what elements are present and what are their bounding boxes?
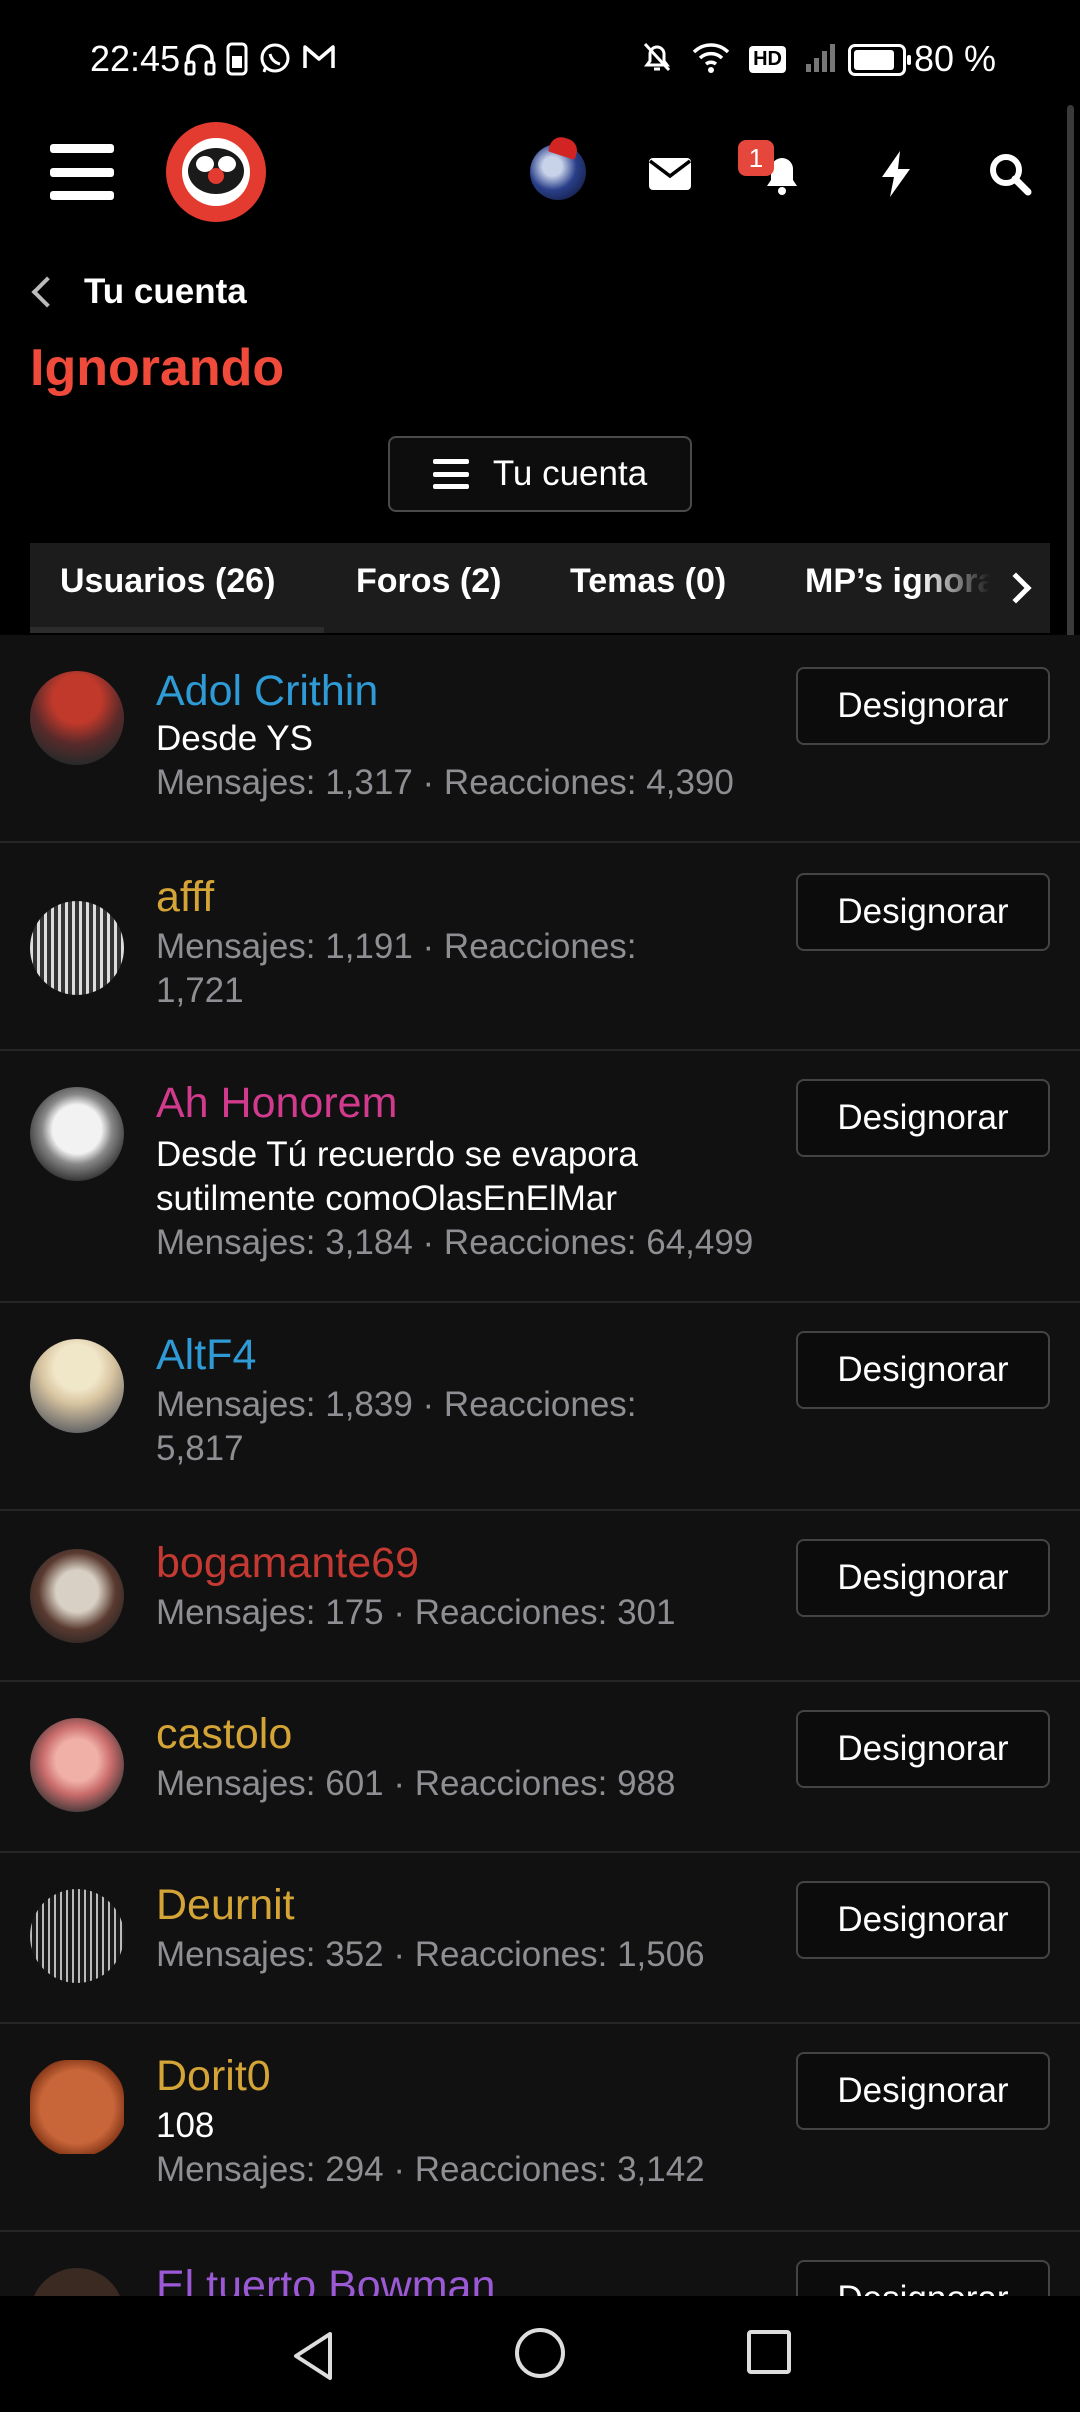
unignore-button[interactable]: Designorar xyxy=(796,1539,1050,1617)
page-title: Ignorando xyxy=(30,339,285,397)
recents-icon[interactable] xyxy=(747,2330,791,2374)
user-stats: Mensajes: 1,191 · Reacciones: 1,721 xyxy=(156,927,637,1010)
user-stats: Mensajes: 352 · Reacciones: 1,506 xyxy=(156,1935,705,1974)
home-icon[interactable] xyxy=(515,2328,565,2378)
unignore-button[interactable]: Designorar xyxy=(796,1710,1050,1788)
envelope-icon[interactable] xyxy=(638,142,702,206)
wifi-icon xyxy=(691,40,731,79)
account-menu-button[interactable]: Tu cuenta xyxy=(388,436,692,512)
list-item: Deurnit Mensajes: 352 · Reacciones: 1,50… xyxy=(0,1853,1080,2024)
user-name[interactable]: Adol Crithin xyxy=(156,667,378,716)
tab-bar: Usuarios (26) Foros (2) Temas (0) MP’s i… xyxy=(30,543,1050,633)
user-name[interactable]: AltF4 xyxy=(156,1331,256,1380)
unignore-button[interactable]: Designorar xyxy=(796,2052,1050,2130)
avatar[interactable] xyxy=(30,671,124,765)
menu-icon xyxy=(432,459,469,489)
search-icon[interactable] xyxy=(978,142,1042,206)
user-name[interactable]: afff xyxy=(156,873,214,922)
avatar[interactable] xyxy=(30,1549,124,1643)
headphones-icon xyxy=(184,42,216,81)
whatsapp-icon xyxy=(258,42,292,81)
tab-usuarios[interactable]: Usuarios (26) xyxy=(60,543,275,633)
unignore-button[interactable]: Designorar xyxy=(796,1331,1050,1409)
user-stats: Mensajes: 3,184 · Reacciones: 64,499 xyxy=(156,1223,754,1262)
menu-icon[interactable] xyxy=(50,144,114,200)
avatar[interactable] xyxy=(30,2060,124,2154)
gmail-icon xyxy=(302,42,336,81)
list-item: afff Mensajes: 1,191 · Reacciones: 1,721… xyxy=(0,843,1080,1051)
avatar[interactable] xyxy=(30,1889,124,1983)
chevron-left-icon xyxy=(31,276,63,308)
signal-icon xyxy=(804,40,840,79)
user-avatar[interactable] xyxy=(530,144,586,200)
user-title: 108 xyxy=(156,2106,215,2145)
battery-percent: 80 % xyxy=(913,38,996,79)
notification-badge: 1 xyxy=(738,140,774,176)
app-header xyxy=(0,120,1080,230)
list-item: Dorit0 108 Mensajes: 294 · Reacciones: 3… xyxy=(0,2024,1080,2232)
user-stats: Mensajes: 294 · Reacciones: 3,142 xyxy=(156,2150,705,2189)
breadcrumb-label[interactable]: Tu cuenta xyxy=(84,272,247,312)
user-stats: Mensajes: 1,839 · Reacciones: 5,817 xyxy=(156,1385,637,1468)
mute-icon xyxy=(641,40,673,79)
battery-icon xyxy=(848,44,911,76)
back-icon[interactable] xyxy=(290,2330,338,2387)
account-menu-label: Tu cuenta xyxy=(492,454,648,493)
avatar[interactable] xyxy=(30,1087,124,1181)
bolt-icon[interactable] xyxy=(864,142,928,206)
user-name[interactable]: bogamante69 xyxy=(156,1539,419,1588)
site-logo[interactable] xyxy=(166,122,266,222)
list-item: AltF4 Mensajes: 1,839 · Reacciones: 5,81… xyxy=(0,1303,1080,1511)
tab-temas[interactable]: Temas (0) xyxy=(570,543,726,633)
avatar[interactable] xyxy=(30,1718,124,1812)
breadcrumb[interactable]: Tu cuenta xyxy=(31,272,247,312)
user-name[interactable]: Deurnit xyxy=(156,1881,295,1930)
status-bar: 22:45 HD 80 % xyxy=(0,0,1080,120)
unignore-button[interactable]: Designorar xyxy=(796,667,1050,745)
scrollbar[interactable] xyxy=(1067,105,1074,655)
user-name[interactable]: Ah Honorem xyxy=(156,1079,397,1128)
unignore-button[interactable]: Designorar xyxy=(796,873,1050,951)
list-item: castolo Mensajes: 601 · Reacciones: 988 … xyxy=(0,1682,1080,1853)
user-stats: Mensajes: 175 · Reacciones: 301 xyxy=(156,1593,676,1632)
unignore-button[interactable]: Designorar xyxy=(796,1079,1050,1157)
user-name[interactable]: castolo xyxy=(156,1710,292,1759)
unignore-button[interactable]: Designorar xyxy=(796,1881,1050,1959)
user-stats: Mensajes: 601 · Reacciones: 988 xyxy=(156,1764,676,1803)
user-name[interactable]: Dorit0 xyxy=(156,2052,271,2101)
list-item: bogamante69 Mensajes: 175 · Reacciones: … xyxy=(0,1511,1080,1682)
tabs-scroll-next-button[interactable] xyxy=(990,543,1050,633)
system-nav-bar xyxy=(0,2296,1080,2412)
avatar[interactable] xyxy=(30,1339,124,1433)
hd-icon: HD xyxy=(749,46,786,73)
avatar[interactable] xyxy=(30,901,124,995)
phone-icon xyxy=(226,42,248,81)
user-title: Desde YS xyxy=(156,719,313,758)
tab-foros[interactable]: Foros (2) xyxy=(356,543,501,633)
status-time: 22:45 xyxy=(90,38,181,79)
list-item: Ah Honorem Desde Tú recuerdo se evapora … xyxy=(0,1051,1080,1303)
chevron-right-icon xyxy=(1000,572,1032,604)
user-stats: Mensajes: 1,317 · Reacciones: 4,390 xyxy=(156,763,734,802)
user-title: Desde Tú recuerdo se evapora sutilmente … xyxy=(156,1135,638,1218)
list-item: Adol Crithin Desde YS Mensajes: 1,317 · … xyxy=(0,635,1080,843)
